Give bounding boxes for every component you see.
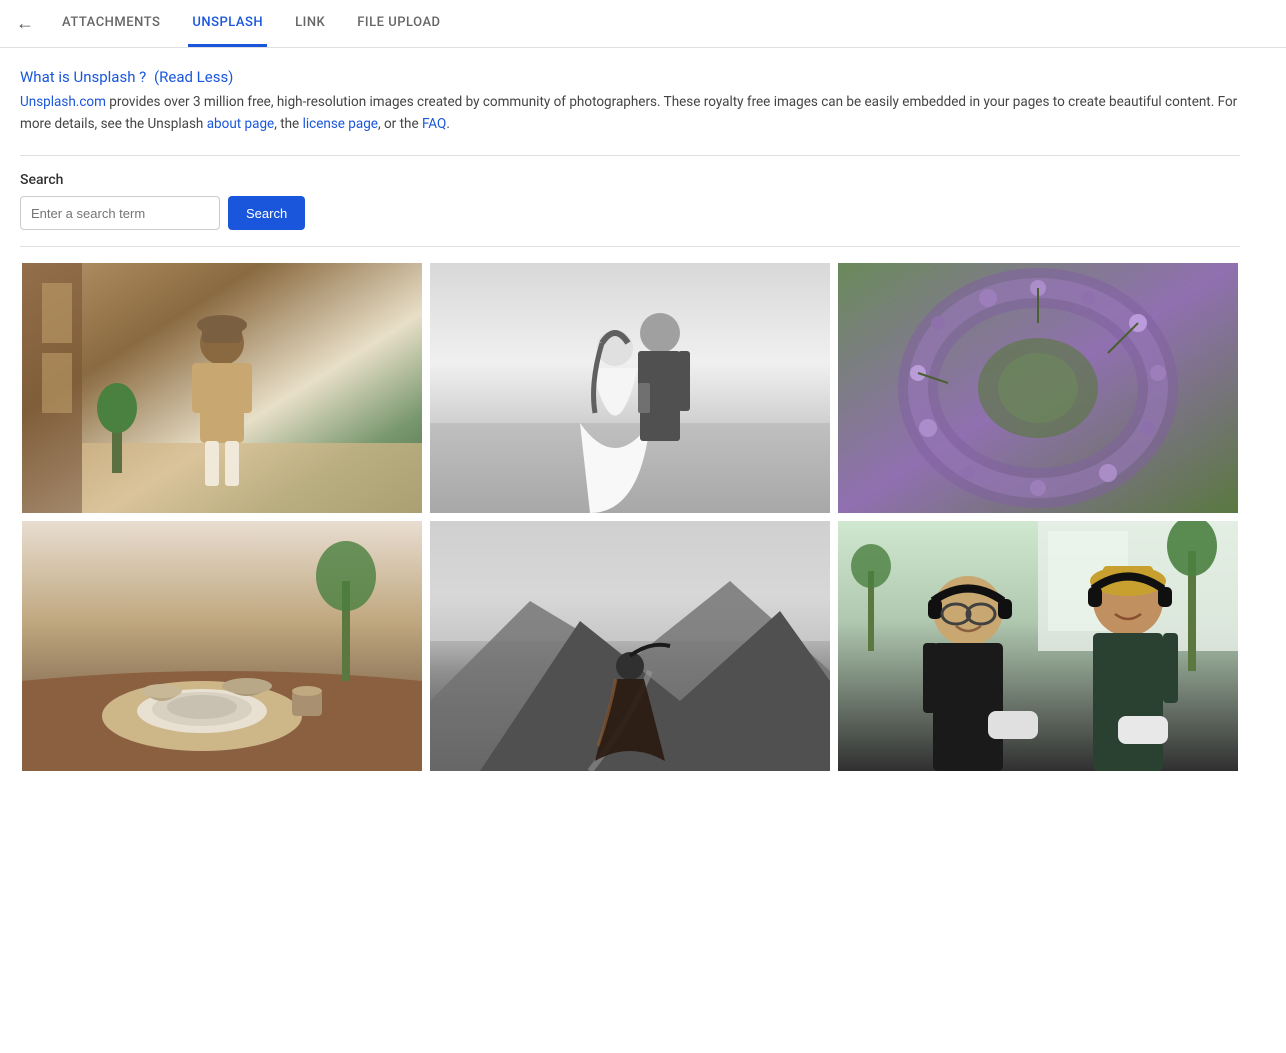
photo-4 [20,521,424,771]
divider-1 [20,155,1240,156]
tab-file-upload[interactable]: FILE UPLOAD [353,1,444,47]
info-description: Unsplash.com provides over 3 million fre… [20,92,1240,135]
tab-unsplash[interactable]: UNSPLASH [188,1,267,47]
image-cell-2[interactable] [428,263,832,517]
license-page-link[interactable]: license page [303,116,378,132]
info-title: What is Unsplash ? (Read Less) [20,68,1240,86]
photo-3 [836,263,1240,513]
read-less-link[interactable]: (Read Less) [154,68,233,86]
image-grid [20,263,1240,775]
search-label: Search [20,172,1240,188]
faq-link[interactable]: FAQ [422,116,446,132]
image-cell-3[interactable] [836,263,1240,517]
divider-2 [20,246,1240,247]
back-arrow-icon: ← [16,13,34,34]
image-cell-4[interactable] [20,521,424,775]
tab-link[interactable]: LINK [291,1,329,47]
photo-5 [428,521,832,771]
unsplash-dot-com-link[interactable]: Unsplash.com [20,94,106,110]
top-nav: ← ATTACHMENTS UNSPLASH LINK FILE UPLOAD [0,0,1286,48]
tab-attachments[interactable]: ATTACHMENTS [58,1,164,47]
photo-1 [20,263,424,513]
search-row: Search [20,196,1240,230]
search-input[interactable] [20,196,220,230]
back-button[interactable]: ← [16,13,34,34]
photo-2 [428,263,832,513]
main-content: What is Unsplash ? (Read Less) Unsplash.… [0,48,1260,795]
info-section: What is Unsplash ? (Read Less) Unsplash.… [20,68,1240,135]
about-page-link[interactable]: about page [207,116,275,132]
image-cell-5[interactable] [428,521,832,775]
image-cell-6[interactable] [836,521,1240,775]
photo-6 [836,521,1240,771]
search-button[interactable]: Search [228,196,305,230]
image-cell-1[interactable] [20,263,424,517]
search-section: Search Search [20,172,1240,230]
